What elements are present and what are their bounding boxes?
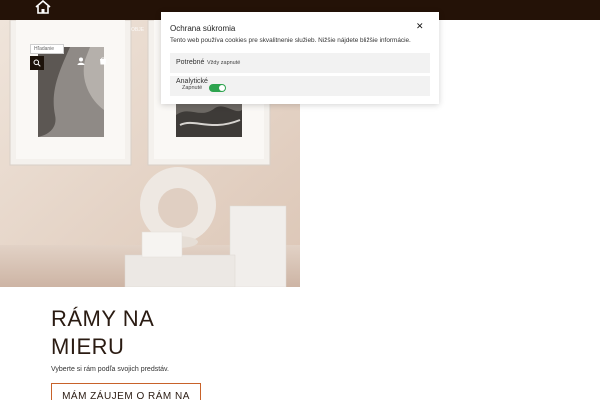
modal-description: Tento web používa cookies pre skvalitnen…	[170, 37, 411, 44]
cookie-category-analytics[interactable]: Analytické Zapnuté	[170, 76, 430, 96]
cookie-category-necessary[interactable]: Potrebné Vždy zapnuté	[170, 53, 430, 73]
user-icon[interactable]	[77, 57, 85, 65]
cookie-consent-modal: Ochrana súkromia ✕ Tento web používa coo…	[161, 12, 439, 104]
search-button[interactable]	[30, 56, 44, 70]
modal-title: Ochrana súkromia	[170, 24, 236, 33]
category-status: Vždy zapnuté	[207, 60, 241, 66]
headline-line-1: RÁMY NA	[51, 306, 155, 331]
nav-menu-fragment[interactable]: OBJE	[131, 27, 144, 33]
search-icon	[33, 59, 41, 67]
page-subtitle: Vyberte si rám podľa svojich predstáv.	[51, 366, 169, 373]
cta-button[interactable]: MÁM ZÁUJEM O RÁM NA	[51, 383, 201, 400]
cart-icon[interactable]	[99, 57, 107, 65]
page-title: RÁMY NA MIERU	[51, 305, 271, 361]
toggle-knob	[219, 85, 225, 91]
category-title: Potrebné	[176, 59, 205, 66]
analytics-toggle[interactable]	[209, 84, 226, 92]
category-title: Analytické	[176, 78, 208, 85]
close-icon[interactable]: ✕	[416, 21, 424, 32]
category-status: Zapnuté	[182, 85, 203, 91]
home-icon[interactable]	[34, 0, 52, 14]
headline-line-2: MIERU	[51, 334, 125, 359]
search-input[interactable]: Hľadanie	[30, 44, 64, 54]
